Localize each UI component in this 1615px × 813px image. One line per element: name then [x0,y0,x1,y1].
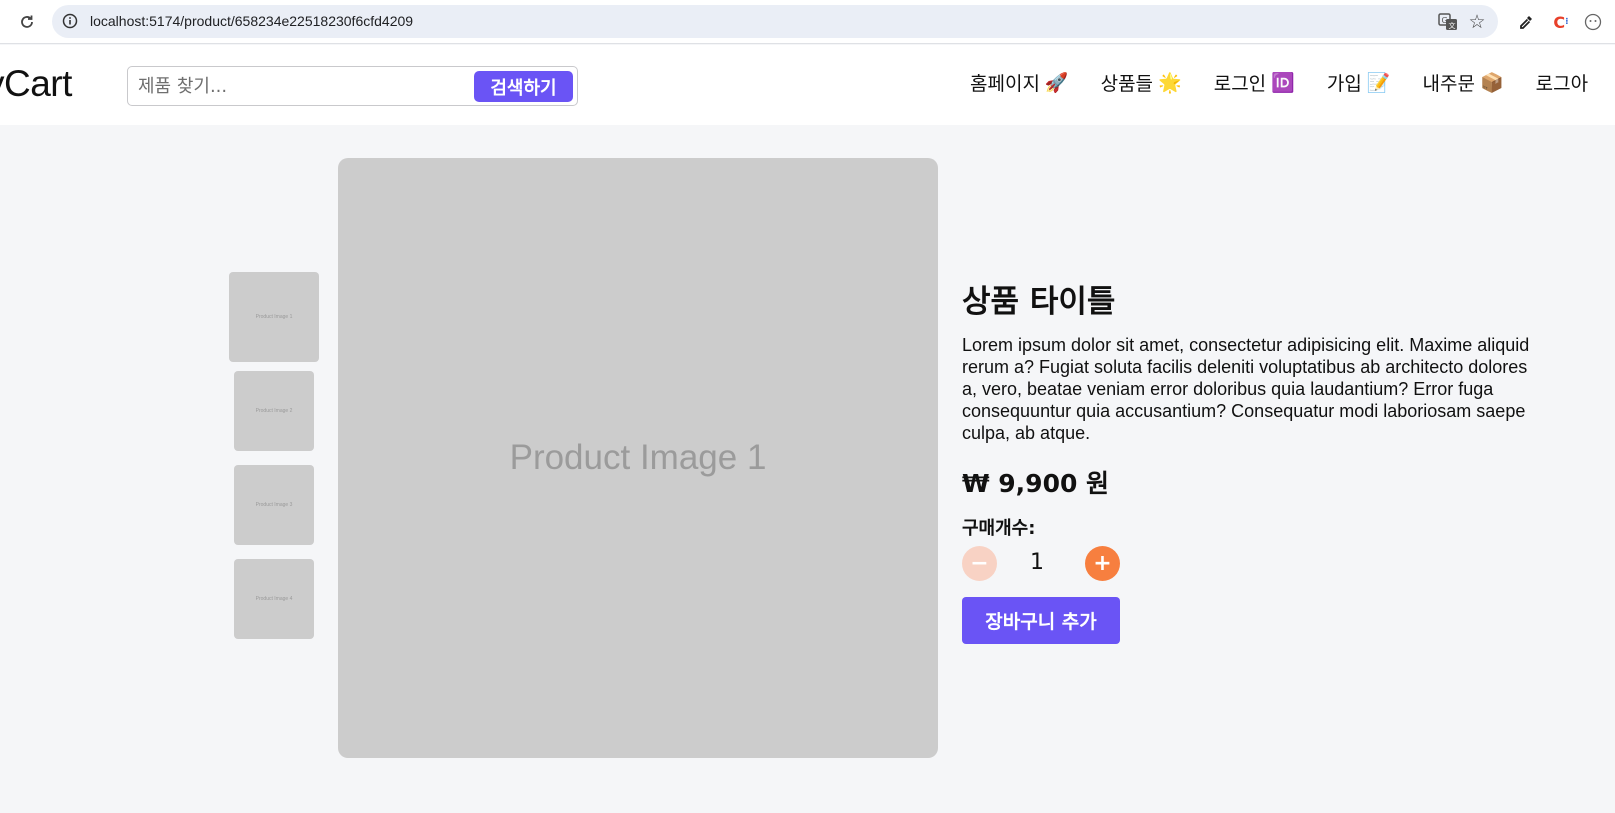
thumbnail-label: Product Image 1 [255,314,293,320]
product-description: Lorem ipsum dolor sit amet, consectetur … [962,335,1530,443]
nav-item-signup[interactable]: 가입 📝 [1327,69,1391,96]
nav-item-my-orders[interactable]: 내주문 📦 [1422,69,1503,96]
main-nav: 홈페이지 🚀 상품들 🌟 로그인 🆔 가입 📝 내주문 📦 로그아 [970,69,1615,96]
thumbnail-label: Product Image 4 [255,596,293,602]
thumbnail-label: Product Image 2 [255,408,293,414]
reload-icon[interactable] [16,11,38,33]
browser-toolbar: localhost:5174/product/658234e22518230f6… [0,0,1615,44]
package-icon: 📦 [1479,72,1504,94]
memo-icon: 📝 [1366,72,1391,94]
info-icon[interactable] [62,13,78,29]
svg-text:文: 文 [1449,21,1456,30]
star-icon[interactable]: ☆ [1466,11,1488,33]
quantity-increase-button[interactable]: + [1085,546,1120,581]
quantity-label: 구매개수: [962,518,1036,539]
main-product-image: Product Image 1 [338,158,938,758]
nav-item-products[interactable]: 상품들 🌟 [1101,69,1182,96]
nav-item-logout[interactable]: 로그아 [1536,69,1588,96]
product-title: 상품 타이틀 [962,284,1116,320]
nav-item-label: 상품들 [1100,73,1154,95]
id-badge-icon: 🆔 [1271,72,1295,94]
extension-c-icon[interactable]: C ⁝ [1550,11,1572,33]
thumbnail-2[interactable]: Product Image 2 [234,371,314,451]
translate-icon[interactable]: G文 [1438,12,1458,32]
thumbnail-3[interactable]: Product Image 3 [234,465,314,545]
thumbnail-1[interactable]: Product Image 1 [229,272,319,362]
quantity-decrease-button[interactable]: − [962,546,997,581]
thumbnail-4[interactable]: Product Image 4 [234,559,314,639]
nav-item-label: 홈페이지 [970,73,1040,95]
profile-icon[interactable] [1582,11,1604,33]
nav-item-label: 가입 [1326,73,1362,95]
star-glow-icon: 🌟 [1158,72,1182,94]
add-to-cart-button[interactable]: 장바구니 추가 [962,597,1120,644]
nav-item-login[interactable]: 로그인 🆔 [1214,69,1295,96]
site-header: yCart 검색하기 홈페이지 🚀 상품들 🌟 로그인 🆔 가입 📝 내주문 📦… [0,45,1615,125]
main-image-label: Product Image 1 [509,438,767,477]
url-text[interactable]: localhost:5174/product/658234e22518230f6… [90,13,413,29]
nav-item-label: 로그인 [1213,73,1267,95]
search-input[interactable] [138,73,468,99]
address-bar[interactable]: localhost:5174/product/658234e22518230f6… [52,5,1498,38]
thumbnail-label: Product Image 3 [255,502,293,508]
product-price: ₩ 9,900 원 [962,469,1110,498]
site-logo[interactable]: yCart [0,63,72,105]
eyedropper-icon[interactable] [1515,11,1537,33]
search-box: 검색하기 [127,66,578,106]
nav-item-home[interactable]: 홈페이지 🚀 [970,69,1069,96]
quantity-value: 1 [1030,550,1044,575]
svg-text:G: G [1442,16,1448,25]
nav-item-label: 내주문 [1422,73,1475,95]
rocket-icon: 🚀 [1044,72,1069,94]
nav-item-label: 로그아 [1535,73,1589,95]
search-button[interactable]: 검색하기 [474,71,573,102]
